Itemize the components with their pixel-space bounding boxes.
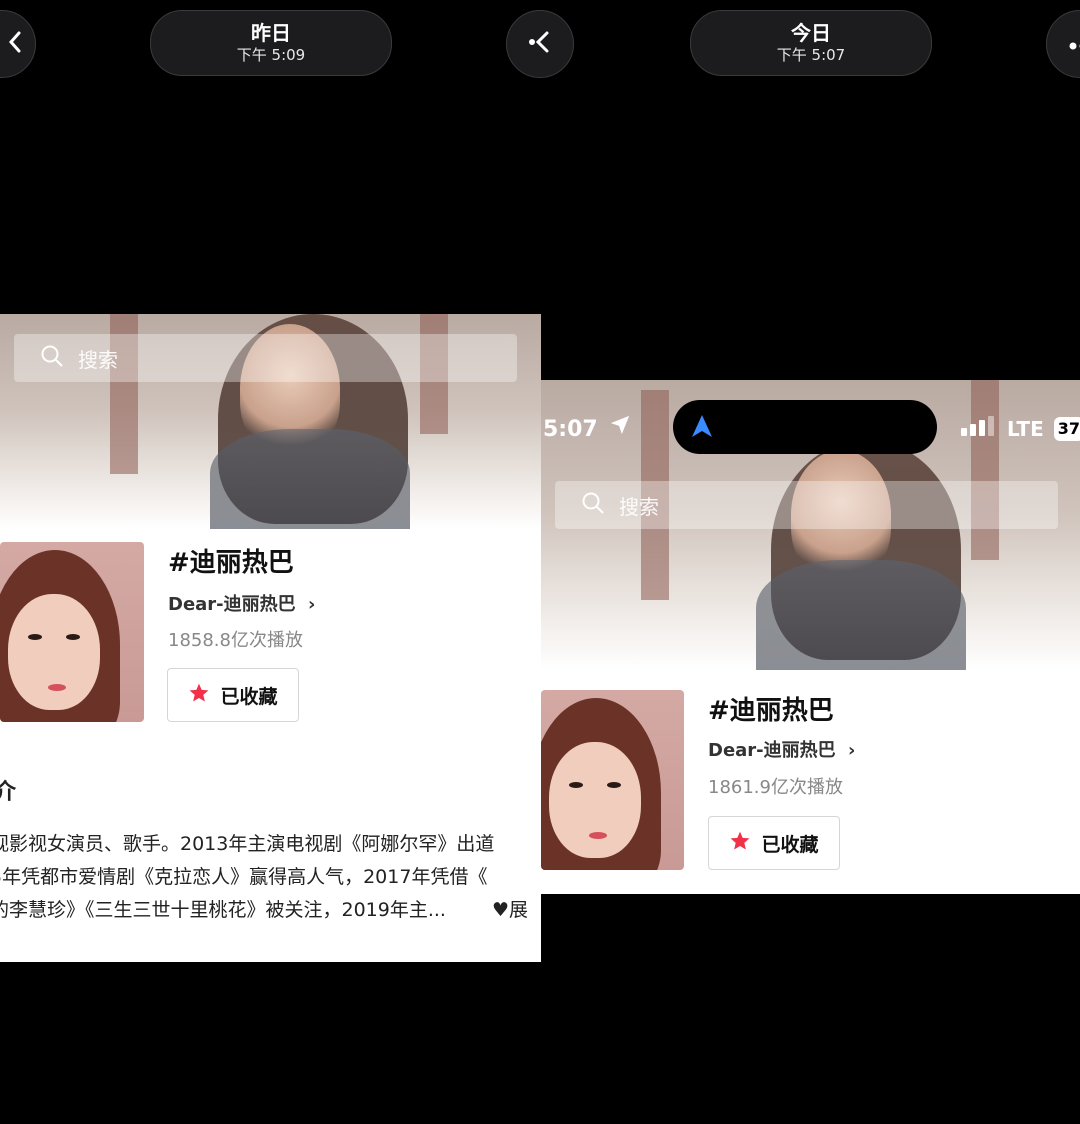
battery-level: 37 [1057,419,1080,438]
chevron-right-icon: › [307,594,316,615]
play-count: 1858.8亿次播放 [168,630,303,651]
hashtag-title: #迪丽热巴 [168,548,294,578]
back-icon [8,31,22,57]
signal-icon [961,416,995,442]
time-label: 下午 5:07 [776,46,846,64]
back-button[interactable] [0,10,36,78]
creator-link[interactable]: Dear-迪丽热巴 › [708,736,855,762]
status-time: 5:07 [543,414,631,442]
hashtag-title: #迪丽热巴 [708,696,834,726]
right-screenshot: 5:07 LTE 37 搜索 #迪丽热巴 Dear-迪丽热巴 › 1861.9亿… [541,380,1080,894]
search-bar[interactable]: 搜索 [14,334,517,382]
search-bar[interactable]: 搜索 [555,481,1058,529]
search-icon [555,491,619,520]
chevron-right-icon: › [847,740,856,761]
favorite-label: 已收藏 [220,685,278,708]
dynamic-island[interactable] [673,400,937,454]
avatar[interactable] [541,690,684,870]
more-button[interactable] [1046,10,1080,78]
left-screenshot: 搜索 #迪丽热巴 Dear-迪丽热巴 › 1858.8亿次播放 已收藏 介 视影… [0,314,541,962]
star-icon [188,682,220,709]
search-icon [14,344,78,373]
search-placeholder: 搜索 [619,494,659,519]
description-line-3: 的李慧珍》《三生三世十里桃花》被关注，2019年主... [0,899,446,921]
search-placeholder: 搜索 [78,347,118,372]
share-button[interactable] [506,10,574,78]
play-count: 1861.9亿次播放 [708,777,843,798]
creator-link[interactable]: Dear-迪丽热巴 › [168,590,315,616]
intro-heading: 介 [0,780,17,805]
favorite-button[interactable]: 已收藏 [708,816,840,870]
creator-name: Dear-迪丽热巴 [708,740,836,761]
battery-icon: 37 [1053,417,1080,441]
time-label: 下午 5:09 [236,46,306,64]
share-icon [527,29,553,59]
date-label: 今日 [791,21,831,45]
star-icon [729,830,761,857]
date-pill-yesterday[interactable]: 昨日 下午 5:09 [150,10,392,76]
network-label: LTE [1007,417,1044,441]
more-icon [1053,35,1080,54]
creator-name: Dear-迪丽热巴 [168,594,296,615]
expand-button[interactable]: ♥展 [492,894,528,927]
description-line-1: 视影视女演员、歌手。2013年主演电视剧《阿娜尔罕》出道 [0,833,495,855]
date-pill-today[interactable]: 今日 下午 5:07 [690,10,932,76]
favorite-button[interactable]: 已收藏 [167,668,299,722]
clock-text: 5:07 [543,417,598,442]
description-line-2: 5年凭都市爱情剧《克拉恋人》赢得高人气，2017年凭借《 [0,866,488,888]
favorite-label: 已收藏 [761,833,819,856]
location-arrow-icon [609,415,631,442]
date-label: 昨日 [251,21,291,45]
avatar[interactable] [0,542,144,722]
nav-arrow-icon [691,414,713,442]
status-right: LTE 37 [961,416,1080,442]
